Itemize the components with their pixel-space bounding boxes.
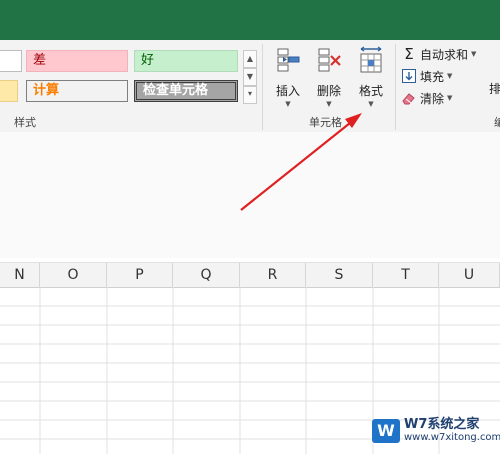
watermark-title: W7系统之家	[404, 417, 480, 432]
watermark: W W7系统之家 www.w7xitong.com	[372, 418, 500, 443]
watermark-logo: W	[372, 418, 400, 443]
watermark-url: www.w7xitong.com	[404, 432, 500, 443]
annotation-arrow	[240, 113, 362, 211]
